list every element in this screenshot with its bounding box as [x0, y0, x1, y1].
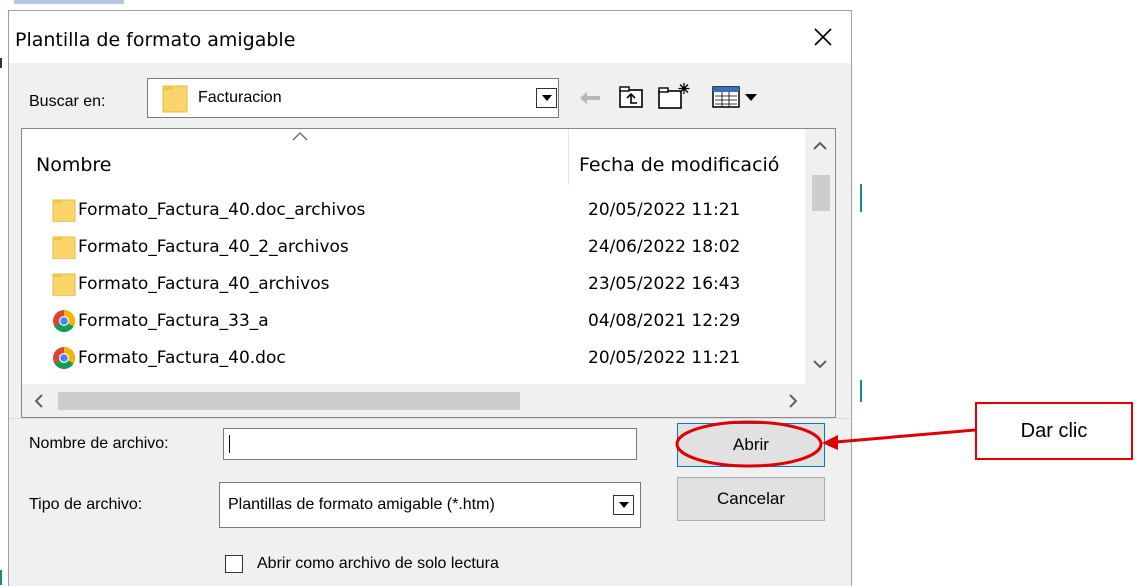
- callout-text: Dar clic: [1020, 419, 1088, 442]
- file-date: 23/05/2022 16:43: [588, 274, 741, 294]
- back-button[interactable]: [577, 85, 603, 111]
- up-folder-button[interactable]: [617, 83, 645, 111]
- file-list[interactable]: Nombre Fecha de modificació Formato_Fact…: [21, 128, 836, 418]
- filetype-label: Tipo de archivo:: [29, 496, 143, 513]
- background-strip: [14, 0, 124, 4]
- lookin-label: Buscar en:: [29, 93, 106, 110]
- cancel-button[interactable]: Cancelar: [677, 477, 825, 521]
- column-date-label: Fecha de modificació: [579, 154, 780, 176]
- folder-up-icon: [619, 86, 643, 108]
- file-name: Formato_Factura_40_archivos: [78, 274, 330, 294]
- chrome-icon: [53, 310, 75, 332]
- lookin-dropdown-button[interactable]: [536, 88, 557, 108]
- filename-label: Nombre de archivo:: [29, 435, 169, 452]
- background-mark: [0, 570, 2, 585]
- horizontal-scrollbar[interactable]: [22, 384, 806, 417]
- folder-icon: [52, 273, 76, 296]
- dialog-separator: [9, 418, 851, 419]
- close-button[interactable]: [795, 11, 851, 63]
- vertical-scroll-thumb[interactable]: [812, 175, 830, 211]
- file-name: Formato_Factura_40.doc: [78, 348, 286, 368]
- title-bar: Plantilla de formato amigable: [9, 11, 851, 63]
- readonly-checkbox[interactable]: [225, 555, 243, 573]
- background-mark: [860, 184, 862, 212]
- folder-icon: [52, 236, 76, 259]
- callout-box: Dar clic: [975, 402, 1133, 460]
- background-mark: [0, 58, 2, 68]
- scroll-left-icon[interactable]: [34, 394, 44, 408]
- file-date: 20/05/2022 11:21: [588, 348, 741, 368]
- view-menu-button[interactable]: [709, 83, 765, 111]
- scroll-down-icon[interactable]: [813, 359, 827, 369]
- scroll-up-icon[interactable]: [813, 141, 827, 151]
- new-folder-icon: [658, 83, 690, 109]
- dialog-title: Plantilla de formato amigable: [15, 29, 296, 51]
- callout-arrow-line: [835, 428, 976, 444]
- readonly-label: Abrir como archivo de solo lectura: [257, 555, 499, 572]
- filetype-value: Plantillas de formato amigable (*.htm): [228, 496, 495, 513]
- chevron-down-icon: [541, 95, 552, 101]
- open-dialog: Plantilla de formato amigable Buscar en:…: [8, 10, 852, 586]
- chevron-down-icon: [618, 502, 629, 508]
- list-item[interactable]: Formato_Factura_33_a 04/08/2021 12:29: [22, 304, 806, 338]
- view-details-icon: [712, 86, 757, 108]
- file-name: Formato_Factura_40.doc_archivos: [78, 200, 366, 220]
- filetype-dropdown-button[interactable]: [613, 495, 634, 515]
- column-header-date[interactable]: Fecha de modificació: [569, 129, 806, 185]
- folder-icon: [52, 199, 76, 222]
- filetype-combo[interactable]: Plantillas de formato amigable (*.htm): [219, 482, 641, 528]
- list-item[interactable]: Formato_Factura_40.doc 20/05/2022 11:21: [22, 341, 806, 375]
- file-date: 24/06/2022 18:02: [588, 237, 741, 257]
- horizontal-scroll-thumb[interactable]: [58, 392, 520, 410]
- folder-icon: [162, 85, 188, 113]
- file-date: 04/08/2021 12:29: [588, 311, 741, 331]
- new-folder-button[interactable]: [657, 81, 691, 111]
- list-item[interactable]: Formato_Factura_40_archivos 23/05/2022 1…: [22, 267, 806, 301]
- list-item[interactable]: Formato_Factura_40_2_archivos 24/06/2022…: [22, 230, 806, 264]
- back-arrow-icon: [580, 92, 600, 104]
- close-icon: [814, 28, 832, 46]
- column-name-label: Nombre: [36, 154, 112, 176]
- scroll-right-icon[interactable]: [788, 394, 798, 408]
- filename-input[interactable]: [223, 428, 637, 460]
- list-item[interactable]: Formato_Factura_40.doc_archivos 20/05/20…: [22, 193, 806, 227]
- lookin-value: Facturacion: [198, 89, 282, 106]
- vertical-scrollbar[interactable]: [805, 129, 835, 385]
- column-header-name[interactable]: Nombre: [22, 129, 568, 185]
- file-name: Formato_Factura_40_2_archivos: [78, 237, 349, 257]
- chrome-icon: [53, 347, 75, 369]
- scroll-corner: [805, 384, 835, 417]
- background-mark: [860, 380, 862, 402]
- file-date: 20/05/2022 11:21: [588, 200, 741, 220]
- open-button[interactable]: Abrir: [677, 423, 825, 467]
- sort-up-icon: [292, 132, 308, 141]
- file-name: Formato_Factura_33_a: [78, 311, 269, 331]
- text-cursor: [229, 435, 230, 453]
- lookin-combo[interactable]: Facturacion: [147, 78, 559, 118]
